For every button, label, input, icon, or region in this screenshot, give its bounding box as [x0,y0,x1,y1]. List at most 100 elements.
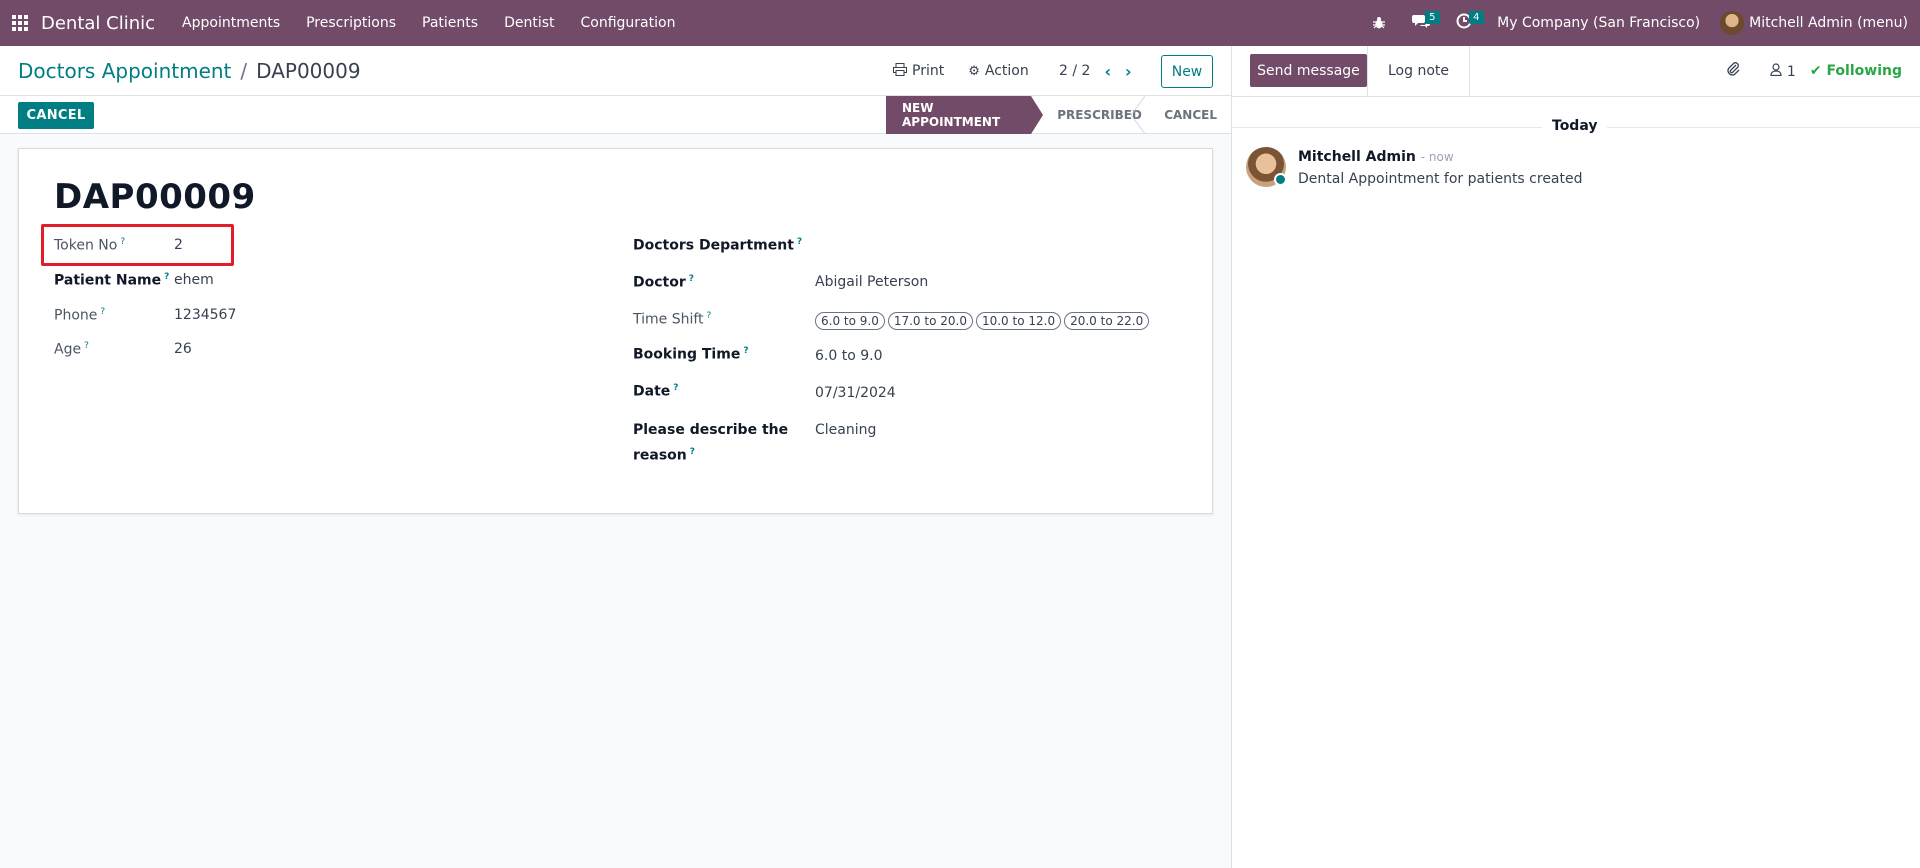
menu-patients[interactable]: Patients [409,15,491,31]
cancel-button[interactable]: CANCEL [18,102,94,129]
user-icon [1770,62,1786,80]
gear-icon: ⚙ [968,63,980,79]
field-booking-time: Booking Time? [633,346,749,363]
log-note-button[interactable]: Log note [1367,46,1470,96]
help-icon[interactable]: ? [84,341,89,351]
time-shift-tag[interactable]: 20.0 to 22.0 [1064,312,1150,330]
reason-label-line2: reason? [633,447,695,464]
time-shift-tags: 6.0 to 9.0 17.0 to 20.0 10.0 to 12.0 20.… [815,312,1150,330]
field-age: Age? [54,341,89,358]
breadcrumb-current: DAP00009 [256,58,361,83]
online-status-dot [1274,173,1287,186]
date-value[interactable]: 07/31/2024 [815,385,896,401]
field-doctor: Doctor? [633,274,694,291]
field-patient-name: Patient Name? [54,272,169,289]
field-phone: Phone? [54,307,105,324]
reason-value[interactable]: Cleaning [815,422,876,438]
breadcrumb: Doctors Appointment / DAP00009 [18,59,361,83]
apps-menu-icon[interactable] [0,0,40,46]
time-shift-tag[interactable]: 17.0 to 20.0 [887,312,973,330]
pager-previous-icon[interactable]: ‹ [1104,62,1111,81]
age-label: Age? [54,341,89,358]
field-token-no: Token No? [54,237,125,254]
field-reason: Please describe the reason? [633,419,788,467]
time-shift-tag[interactable]: 6.0 to 9.0 [815,312,885,330]
action-label: Action [984,63,1029,79]
patient-name-label: Patient Name? [54,272,170,289]
message-time: - now [1420,150,1454,164]
messages-button[interactable]: 5 [1399,0,1443,46]
help-icon[interactable]: ? [743,346,748,356]
doctors-department-label: Doctors Department? [633,237,803,254]
following-button[interactable]: ✔ Following [1810,63,1902,79]
paperclip-icon[interactable] [1726,61,1740,81]
time-shift-tag[interactable]: 10.0 to 12.0 [975,312,1062,330]
field-time-shift: Time Shift? [633,311,711,328]
pager-next-icon[interactable]: › [1125,62,1132,81]
patient-name-value[interactable]: ehem [174,272,214,288]
date-label: Date? [633,383,679,400]
action-button[interactable]: ⚙ Action [968,63,1029,79]
debug-bug-icon[interactable] [1359,0,1399,46]
menu-prescriptions[interactable]: Prescriptions [293,15,409,31]
booking-time-value[interactable]: 6.0 to 9.0 [815,348,882,364]
app-brand[interactable]: Dental Clinic [41,13,155,34]
chatter-panel: Send message Log note 1 ✔ Following Toda… [1231,46,1920,868]
help-icon[interactable]: ? [689,274,694,284]
help-icon[interactable]: ? [673,383,678,393]
new-button[interactable]: New [1161,55,1213,88]
stage-prescribed[interactable]: PRESCRIBED [1031,96,1146,134]
following-label: Following [1826,63,1902,79]
user-menu[interactable]: Mitchell Admin (menu) [1712,11,1920,35]
help-icon[interactable]: ? [164,272,169,282]
print-button[interactable]: Print [893,62,945,80]
check-icon: ✔ [1809,63,1822,79]
user-avatar [1720,11,1745,35]
control-panel: Doctors Appointment / DAP00009 Print ⚙ A… [0,46,1231,96]
record-title: DAP00009 [54,177,256,217]
menu-dentist[interactable]: Dentist [491,15,567,31]
age-value[interactable]: 26 [174,341,192,357]
printer-icon [893,62,907,80]
breadcrumb-separator: / [240,58,248,83]
phone-label: Phone? [54,307,106,324]
help-icon[interactable]: ? [100,307,105,317]
message-author[interactable]: Mitchell Admin - now [1298,149,1454,165]
form-sheet: DAP00009 Token No? 2 Patient Name? ehem … [18,148,1213,514]
reason-label-line1: Please describe the [633,422,789,438]
followers-button[interactable]: 1 [1770,62,1796,80]
phone-value[interactable]: 1234567 [174,307,236,323]
token-no-value[interactable]: 2 [174,237,183,253]
activities-button[interactable]: 4 [1443,0,1485,46]
doctor-label: Doctor? [633,274,694,291]
user-name: Mitchell Admin (menu) [1749,15,1908,31]
doctor-value[interactable]: Abigail Peterson [815,274,928,290]
menu-configuration[interactable]: Configuration [568,15,689,31]
message-body: Dental Appointment for patients created [1298,171,1583,187]
help-icon[interactable]: ? [797,237,802,247]
status-bar: CANCEL NEW APPOINTMENT PRESCRIBED CANCEL [0,96,1231,134]
chatter-divider [1232,96,1920,97]
stage-new-appointment[interactable]: NEW APPOINTMENT [886,96,1044,134]
breadcrumb-parent-link[interactable]: Doctors Appointment [18,59,231,83]
print-label: Print [912,63,945,79]
help-icon[interactable]: ? [690,447,695,457]
activities-count-badge: 4 [1469,11,1484,24]
pager-value[interactable]: 2 / 2 [1059,63,1090,79]
send-message-button[interactable]: Send message [1250,54,1367,87]
followers-count: 1 [1786,63,1796,80]
stage-cancel[interactable]: CANCEL [1144,96,1231,134]
help-icon[interactable]: ? [120,237,125,247]
help-icon[interactable]: ? [707,311,712,321]
time-shift-label: Time Shift? [633,311,712,328]
top-navbar: Dental Clinic Appointments Prescriptions… [0,0,1920,46]
company-switcher[interactable]: My Company (San Francisco) [1485,15,1712,31]
menu-appointments[interactable]: Appointments [169,15,293,31]
stage-pipeline: NEW APPOINTMENT PRESCRIBED CANCEL [886,96,1231,134]
token-no-label: Token No? [54,237,126,254]
messages-count-badge: 5 [1425,11,1440,24]
pager: 2 / 2 ‹ › [1059,46,1132,96]
date-separator: Today [1542,118,1608,134]
booking-time-label: Booking Time? [633,346,749,363]
field-date: Date? [633,383,679,400]
